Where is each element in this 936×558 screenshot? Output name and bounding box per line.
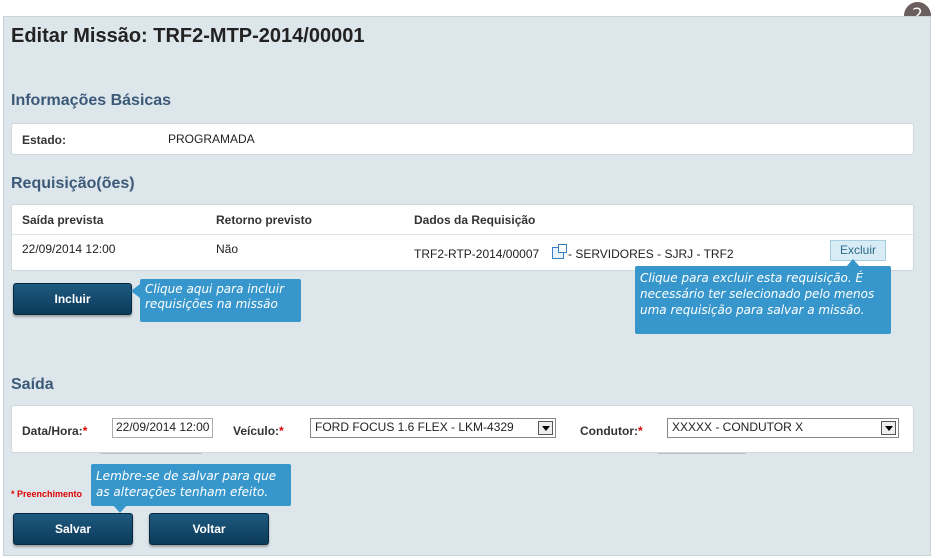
saida-box: Data/Hora:* 22/09/2014 12:00 Veículo:* F…	[11, 405, 914, 453]
saida-title: Saída	[11, 376, 54, 393]
voltar-button[interactable]: Voltar	[149, 513, 269, 545]
salvar-tip-arrow	[113, 505, 127, 513]
condutor-selected: XXXXX - CONDUTOR X	[672, 420, 804, 434]
header-divider	[12, 234, 913, 235]
col-retorno-previsto: Retorno previsto	[216, 213, 313, 227]
excluir-tooltip: Clique para excluir esta requisição. É n…	[635, 266, 891, 334]
chevron-down-icon[interactable]	[538, 421, 553, 435]
data-hora-input[interactable]: 22/09/2014 12:00	[112, 418, 213, 438]
incluir-button[interactable]: Incluir	[13, 283, 132, 315]
condutor-label: Condutor:*	[580, 424, 643, 438]
incluir-tip-arrow	[131, 284, 140, 298]
basic-info-box: Estado: PROGRAMADA	[11, 123, 914, 155]
external-link-icon[interactable]	[552, 244, 567, 259]
incluir-tip-line2: requisições na missão	[145, 297, 278, 311]
salvar-tip-line1: Lembre-se de salvar para que	[96, 469, 277, 483]
requisicoes-table: Saída prevista Retorno previsto Dados da…	[11, 204, 914, 271]
incluir-tooltip: Clique aqui para incluir requisições na …	[140, 279, 301, 322]
requisicoes-title: Requisição(ões)	[11, 175, 135, 192]
col-saida-prevista: Saída prevista	[22, 213, 104, 227]
condutor-underline	[658, 453, 746, 454]
row-retorno: Não	[216, 242, 239, 256]
salvar-tip-line2: as alterações tenham efeito.	[96, 485, 269, 499]
row-saida: 22/09/2014 12:00	[22, 242, 116, 256]
col-dados-requisicao: Dados da Requisição	[414, 213, 536, 227]
estado-label: Estado:	[22, 133, 67, 147]
excluir-tip-line1: Clique para excluir esta requisição. É	[640, 271, 864, 285]
salvar-tooltip: Lembre-se de salvar para que as alteraçõ…	[91, 464, 291, 506]
page-title: Editar Missão: TRF2-MTP-2014/00001	[11, 25, 365, 47]
required-note: * Preenchimento	[11, 489, 83, 499]
salvar-button[interactable]: Salvar	[13, 513, 133, 545]
data-underline	[100, 453, 202, 454]
excluir-button[interactable]: Excluir	[830, 240, 886, 261]
condutor-select[interactable]: XXXXX - CONDUTOR X	[667, 418, 899, 438]
veiculo-selected: FORD FOCUS 1.6 FLEX - LKM-4329	[315, 420, 514, 434]
veiculo-label: Veículo:*	[233, 424, 284, 438]
excluir-tip-line2: necessário ter selecionado pelo menos	[640, 287, 875, 301]
basic-info-title: Informações Básicas	[11, 92, 172, 109]
row-codigo: TRF2-RTP-2014/00007	[414, 247, 540, 261]
row-descricao: - SERVIDORES - SJRJ - TRF2	[568, 247, 734, 261]
data-hora-label: Data/Hora:*	[22, 424, 88, 438]
excluir-tip-line3: uma requisição para salvar a missão.	[640, 303, 865, 317]
chevron-down-icon[interactable]	[881, 421, 896, 435]
veiculo-select[interactable]: FORD FOCUS 1.6 FLEX - LKM-4329	[310, 418, 556, 438]
estado-value: PROGRAMADA	[168, 132, 255, 146]
incluir-tip-line1: Clique aqui para incluir	[145, 282, 285, 296]
